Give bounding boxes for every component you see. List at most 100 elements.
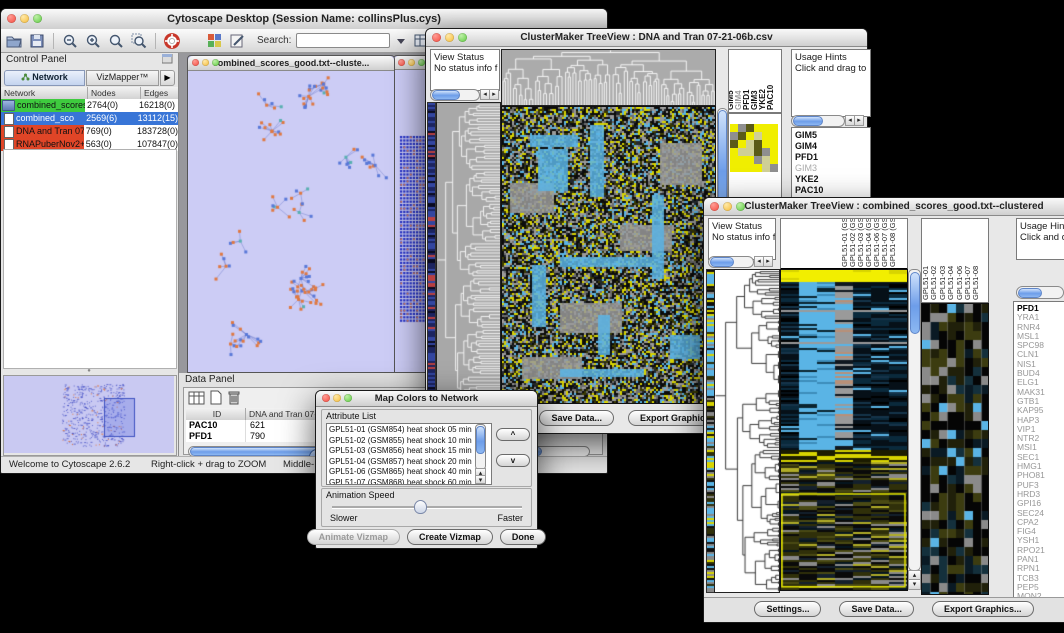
minimize-icon[interactable]	[408, 59, 415, 66]
heatmap-canvas[interactable]	[501, 106, 716, 404]
matrix-cell[interactable]	[738, 156, 746, 164]
zoom-column-label[interactable]: GPL51-04	[946, 266, 955, 300]
matrix-cell[interactable]	[754, 164, 762, 172]
vizmapper-icon[interactable]	[205, 32, 223, 50]
export-graphics-button[interactable]: Export Graphics...	[932, 601, 1034, 617]
close-icon[interactable]	[322, 394, 330, 402]
row-label[interactable]: GIM4	[795, 141, 867, 152]
minimize-icon[interactable]	[202, 59, 209, 66]
network-view-window[interactable]: combined_scores_good.txt--cluste...	[187, 55, 395, 373]
tab-overflow-arrow-icon[interactable]: ▶	[160, 70, 175, 86]
minimize-icon[interactable]	[333, 394, 341, 402]
network-table-row[interactable]: DNA and Tran 07769(0)183728(0)	[1, 125, 178, 138]
matrix-cell[interactable]	[762, 140, 770, 148]
network-table-row[interactable]: combined_scores2764(0)16218(0)	[1, 99, 178, 112]
row-dendrogram[interactable]	[436, 102, 501, 406]
delete-attribute-icon[interactable]	[227, 390, 241, 410]
gene-list-hscrollbar[interactable]	[1016, 286, 1064, 299]
main-title-bar[interactable]: Cytoscape Desktop (Session Name: collins…	[1, 9, 607, 30]
row-dendrogram[interactable]	[714, 269, 780, 593]
network-canvas[interactable]	[188, 71, 392, 371]
matrix-cell[interactable]	[738, 132, 746, 140]
scroll-right-icon[interactable]: ▸	[763, 256, 773, 267]
open-file-icon[interactable]	[5, 32, 23, 50]
matrix-cell[interactable]	[770, 140, 778, 148]
zoom-selected-icon[interactable]	[130, 32, 148, 50]
heatmap-canvas[interactable]	[780, 269, 908, 591]
row-label[interactable]: PFD1	[795, 152, 867, 163]
matrix-cell[interactable]	[762, 124, 770, 132]
search-input[interactable]	[296, 33, 390, 48]
network-overview-panel[interactable]	[3, 375, 177, 456]
done-button[interactable]: Done	[500, 529, 547, 545]
matrix-cell[interactable]	[730, 156, 738, 164]
matrix-cell[interactable]	[738, 140, 746, 148]
dendrogram-hscrollbar[interactable]	[430, 89, 480, 101]
matrix-cell[interactable]	[738, 148, 746, 156]
create-vizmap-button[interactable]: Create Vizmap	[407, 529, 493, 545]
scroll-down-icon[interactable]: ▾	[908, 579, 921, 590]
global-overview-strip[interactable]	[427, 102, 436, 406]
minimize-icon[interactable]	[723, 202, 732, 211]
attribute-list-item[interactable]: GPL51-06 (GSM865) heat shock 40 min	[329, 467, 489, 478]
matrix-cell[interactable]	[754, 156, 762, 164]
speed-slider-thumb[interactable]	[414, 500, 427, 514]
settings-button[interactable]: Settings...	[754, 601, 821, 617]
matrix-cell[interactable]	[770, 148, 778, 156]
row-label[interactable]: YKE2	[795, 174, 867, 185]
move-up-button[interactable]: ^	[496, 428, 530, 441]
matrix-cell[interactable]	[730, 148, 738, 156]
zoom-window-icon[interactable]	[458, 33, 467, 42]
matrix-cell[interactable]	[730, 164, 738, 172]
matrix-cell[interactable]	[738, 164, 746, 172]
matrix-cell[interactable]	[770, 132, 778, 140]
annotation-icon[interactable]	[228, 32, 246, 50]
zoom-window-icon[interactable]	[212, 59, 219, 66]
scroll-right-icon[interactable]: ▸	[854, 115, 864, 126]
search-dropdown-icon[interactable]	[395, 32, 407, 50]
help-lifering-icon[interactable]	[163, 32, 181, 50]
matrix-cell[interactable]	[762, 132, 770, 140]
attribute-list-item[interactable]: GPL51-01 (GSM854) heat shock 05 min	[329, 425, 489, 436]
close-icon[interactable]	[398, 59, 405, 66]
dendrogram-hscrollbar[interactable]	[708, 256, 754, 268]
heatmap-vscrollbar[interactable]	[908, 269, 921, 571]
attribute-list-vscrollbar[interactable]	[475, 424, 486, 470]
matrix-cell[interactable]	[770, 156, 778, 164]
speed-slider-track[interactable]	[332, 506, 522, 509]
column-dendrogram[interactable]	[501, 49, 716, 106]
zoom-fit-icon[interactable]	[107, 32, 125, 50]
matrix-cell[interactable]	[762, 164, 770, 172]
zoom-out-icon[interactable]	[61, 32, 79, 50]
matrix-cell[interactable]	[770, 124, 778, 132]
attribute-listbox[interactable]: GPL51-01 (GSM854) heat shock 05 min GPL51…	[326, 423, 492, 485]
network-table-row[interactable]: combined_sco2569(6)13112(15)	[1, 112, 178, 125]
zoom-window-icon[interactable]	[33, 14, 42, 23]
row-label[interactable]: GIM5	[795, 130, 867, 141]
matrix-cell[interactable]	[754, 140, 762, 148]
matrix-cell[interactable]	[754, 132, 762, 140]
zoom-window-icon[interactable]	[736, 202, 745, 211]
matrix-cell[interactable]	[746, 164, 754, 172]
save-data-button[interactable]: Save Data...	[539, 410, 614, 426]
scroll-right-icon[interactable]: ▸	[489, 89, 499, 100]
dialog-title-bar[interactable]: Map Colors to Network	[316, 391, 537, 407]
column-label[interactable]: PAC10	[766, 85, 775, 110]
matrix-cell[interactable]	[770, 164, 778, 172]
row-label[interactable]: PAC10	[795, 185, 867, 196]
tab-vizmapper[interactable]: VizMapper™	[86, 70, 159, 86]
save-session-icon[interactable]	[28, 32, 46, 50]
close-icon[interactable]	[7, 14, 16, 23]
close-icon[interactable]	[710, 202, 719, 211]
zoom-column-label[interactable]: GPL51-08	[971, 266, 980, 300]
matrix-cell[interactable]	[762, 156, 770, 164]
matrix-cell[interactable]	[746, 140, 754, 148]
attribute-list-item[interactable]: GPL51-07 (GSM868) heat shock 60 min	[329, 478, 489, 485]
zoom-heatmap-canvas[interactable]	[921, 303, 989, 595]
matrix-cell[interactable]	[738, 124, 746, 132]
labels-hscrollbar[interactable]	[791, 115, 845, 127]
matrix-cell[interactable]	[762, 148, 770, 156]
matrix-cell[interactable]	[746, 124, 754, 132]
matrix-cell[interactable]	[746, 148, 754, 156]
column-label[interactable]: GPL51-08 (GSM872)	[888, 218, 897, 267]
